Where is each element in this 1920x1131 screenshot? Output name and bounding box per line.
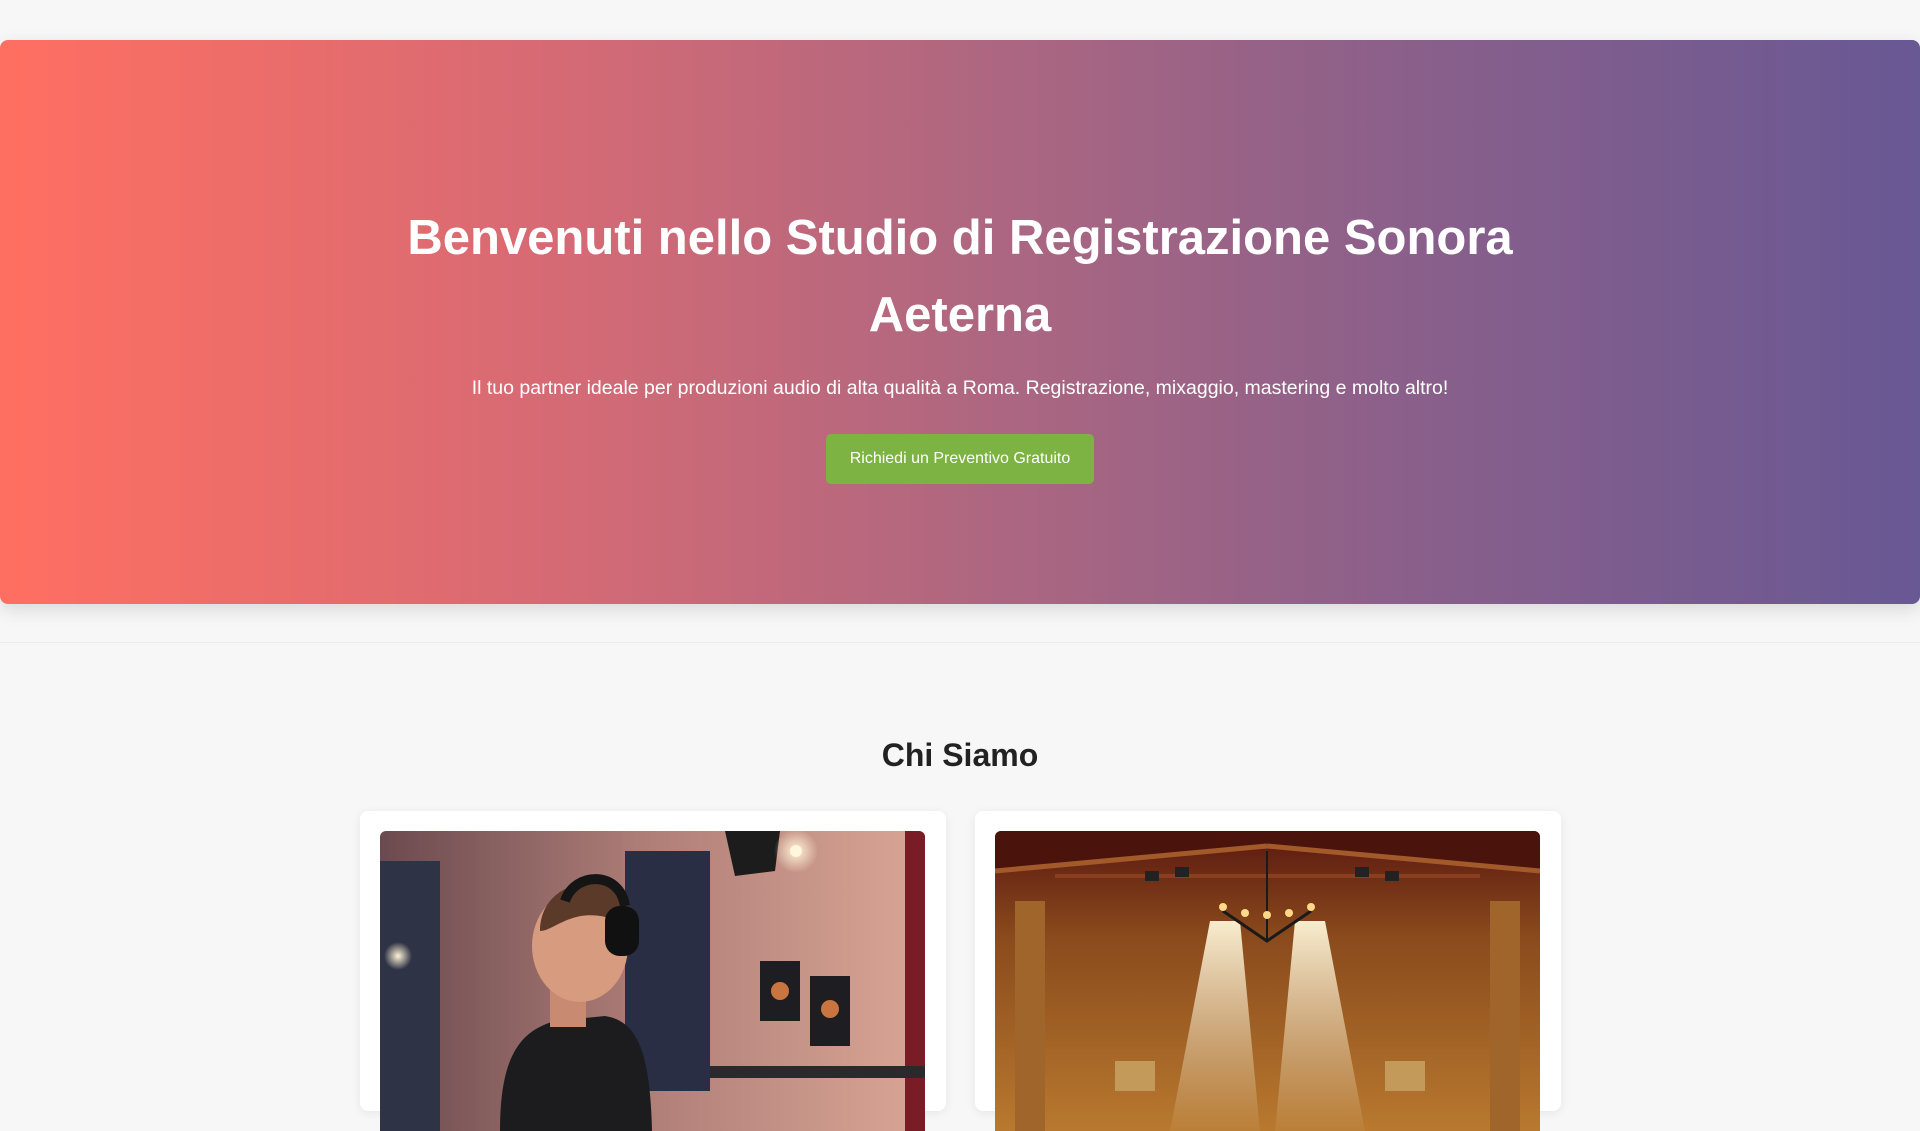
about-card-engineer <box>360 811 946 1131</box>
hero-subtitle: Il tuo partner ideale per produzioni aud… <box>471 377 1449 399</box>
sound-engineer-image <box>380 831 925 1131</box>
about-card-studio <box>975 811 1561 1131</box>
section-divider <box>0 642 1920 643</box>
request-quote-button[interactable]: Richiedi un Preventivo Gratuito <box>826 434 1094 484</box>
hero-banner: Benvenuti nello Studio di Registrazione … <box>0 40 1920 604</box>
about-section-title: Chi Siamo <box>881 737 1039 773</box>
hero-title: Benvenuti nello Studio di Registrazione … <box>407 211 1513 342</box>
recording-room-image <box>995 831 1540 1131</box>
